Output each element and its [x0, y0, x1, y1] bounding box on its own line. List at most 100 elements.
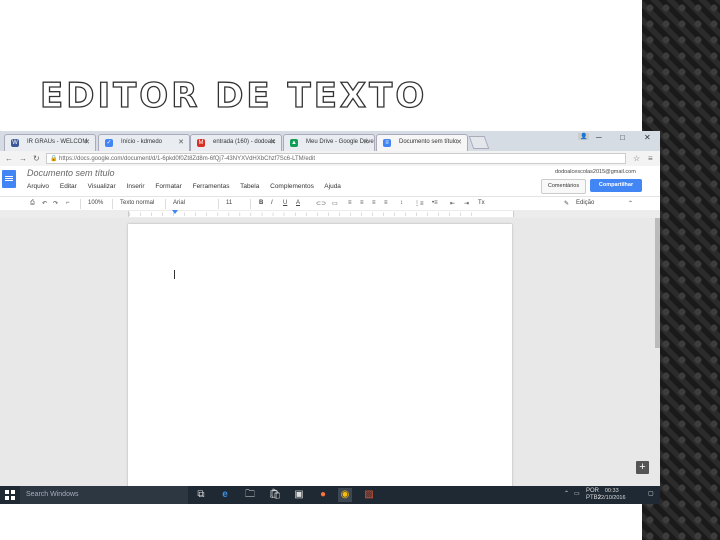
document-page[interactable]: [128, 224, 512, 494]
address-bar: ← → ↻ 🔒 https://docs.google.com/document…: [0, 151, 660, 167]
chrome-icon[interactable]: ◉: [338, 488, 352, 502]
toolbar-divider: [165, 199, 166, 209]
underline-icon[interactable]: U: [283, 200, 287, 206]
minimize-icon[interactable]: ─: [596, 133, 602, 142]
increase-indent-icon[interactable]: ⇥: [464, 200, 469, 207]
account-email[interactable]: dodoalcescolas2015@gmail.com: [555, 169, 636, 175]
docs-header: Documento sem título Arquivo Editar Visu…: [0, 166, 660, 196]
menu-arquivo[interactable]: Arquivo: [27, 183, 49, 190]
bold-icon[interactable]: B: [259, 200, 263, 206]
menu-tabela[interactable]: Tabela: [240, 183, 259, 190]
font-size-select[interactable]: 11: [226, 200, 232, 206]
font-select[interactable]: Arial: [173, 200, 185, 206]
maximize-icon[interactable]: □: [620, 133, 625, 142]
justify-icon[interactable]: ≡: [384, 200, 388, 206]
browser-screenshot: W IR GRAUs - WELCOM ✕ ✓ Início - kdmedo …: [0, 131, 660, 504]
redo-icon[interactable]: ↷: [53, 200, 58, 207]
close-window-icon[interactable]: ✕: [644, 133, 651, 142]
close-icon[interactable]: ✕: [363, 138, 369, 146]
browser-tab[interactable]: M entrada (160) - dodoalc ✕: [190, 134, 282, 151]
comments-button[interactable]: Comentários: [541, 179, 586, 194]
check-icon: ✓: [105, 139, 113, 147]
menu-complementos[interactable]: Complementos: [270, 183, 314, 190]
slide-title: EDITOR DE TEXTO: [39, 75, 428, 116]
notifications-icon[interactable]: ▢: [648, 490, 654, 497]
align-right-icon[interactable]: ≡: [372, 200, 376, 206]
tray-up-icon[interactable]: ⌃: [564, 490, 569, 497]
comment-icon[interactable]: ▭: [332, 200, 338, 207]
menu-inserir[interactable]: Inserir: [127, 183, 145, 190]
scrollbar[interactable]: [655, 218, 660, 348]
bulleted-list-icon[interactable]: •≡: [432, 200, 438, 206]
ruler-scale: ||||||||||||||||||||||||||||||||: [128, 211, 514, 217]
align-left-icon[interactable]: ≡: [348, 200, 352, 206]
clock-date: 22/10/2016: [598, 495, 626, 501]
browser-tab[interactable]: W IR GRAUs - WELCOM ✕: [4, 134, 96, 151]
user-icon[interactable]: 👤: [578, 133, 590, 140]
toolbar-divider: [250, 199, 251, 209]
lock-icon: 🔒: [50, 156, 58, 162]
print-icon[interactable]: ⎙: [30, 200, 35, 207]
italic-icon[interactable]: I: [271, 200, 273, 206]
media-icon[interactable]: ▣: [292, 488, 306, 502]
pencil-icon: ✎: [564, 201, 570, 207]
browser-tab-active[interactable]: ≡ Documento sem título ✕: [376, 134, 468, 151]
firefox-icon[interactable]: ●: [316, 488, 330, 502]
network-icon[interactable]: ▭: [574, 490, 580, 497]
editing-mode-select[interactable]: Edição: [576, 200, 594, 206]
menu-formatar[interactable]: Formatar: [155, 183, 181, 190]
toolbar-divider: [80, 199, 81, 209]
menu-visualizar[interactable]: Visualizar: [88, 183, 116, 190]
clear-format-icon[interactable]: Tx: [478, 200, 485, 206]
collapse-icon[interactable]: ⌃: [628, 200, 633, 207]
tab-label: IR GRAUs - WELCOM: [27, 139, 88, 145]
close-icon[interactable]: ✕: [270, 138, 276, 146]
bookmark-star-icon[interactable]: ☆: [633, 154, 640, 163]
numbered-list-icon[interactable]: ⋮≡: [414, 200, 424, 207]
document-title[interactable]: Documento sem título: [27, 168, 115, 178]
menu-editar[interactable]: Editar: [60, 183, 77, 190]
clock[interactable]: 00:33 22/10/2016: [598, 488, 626, 502]
menu-ajuda[interactable]: Ajuda: [324, 183, 341, 190]
browser-tab[interactable]: ▲ Meu Drive - Google Drive ✕: [283, 134, 375, 151]
file-explorer-icon[interactable]: 🗀: [243, 488, 257, 502]
paint-format-icon[interactable]: ⌐: [66, 200, 70, 206]
gmail-icon: M: [197, 139, 205, 147]
task-view-icon[interactable]: ⧉: [194, 488, 208, 502]
tab-bar: W IR GRAUs - WELCOM ✕ ✓ Início - kdmedo …: [0, 131, 660, 151]
store-icon[interactable]: 🛍: [268, 488, 282, 502]
url-input[interactable]: 🔒 https://docs.google.com/document/d/1-6…: [46, 153, 626, 164]
url-text: https://docs.google.com/document/d/1-6pk…: [59, 156, 316, 162]
align-center-icon[interactable]: ≡: [360, 200, 364, 206]
new-tab-button[interactable]: [468, 136, 490, 149]
forward-icon[interactable]: →: [19, 154, 27, 163]
drive-icon: ▲: [290, 139, 298, 147]
close-icon[interactable]: ✕: [456, 138, 462, 146]
share-button[interactable]: Compartilhar: [590, 179, 642, 192]
docs-home-icon[interactable]: [2, 170, 16, 188]
indent-marker[interactable]: [172, 210, 178, 214]
close-icon[interactable]: ✕: [178, 138, 184, 146]
line-spacing-icon[interactable]: ↕: [400, 200, 403, 206]
text-color-icon[interactable]: A: [296, 200, 300, 206]
edge-icon[interactable]: e: [218, 488, 232, 502]
back-icon[interactable]: ←: [5, 154, 13, 163]
close-icon[interactable]: ✕: [84, 138, 90, 146]
document-canvas: [0, 218, 655, 494]
reload-icon[interactable]: ↻: [33, 154, 40, 163]
paint-icon[interactable]: ▨: [362, 488, 376, 502]
undo-icon[interactable]: ↶: [42, 200, 47, 207]
zoom-select[interactable]: 100%: [88, 200, 103, 206]
toolbar-divider: [218, 199, 219, 209]
explore-button[interactable]: +: [636, 461, 649, 474]
wordpress-icon: W: [11, 139, 19, 147]
browser-tab[interactable]: ✓ Início - kdmedo ✕: [98, 134, 190, 151]
link-icon[interactable]: ⊂⊃: [316, 200, 326, 207]
decrease-indent-icon[interactable]: ⇤: [450, 200, 455, 207]
style-select[interactable]: Texto normal: [120, 200, 154, 206]
chrome-menu-icon[interactable]: ≡: [648, 154, 653, 163]
menu-ferramentas[interactable]: Ferramentas: [193, 183, 230, 190]
clock-time: 00:33: [604, 488, 619, 494]
windows-start-icon[interactable]: [5, 490, 15, 500]
search-windows-input[interactable]: Search Windows: [20, 486, 188, 504]
